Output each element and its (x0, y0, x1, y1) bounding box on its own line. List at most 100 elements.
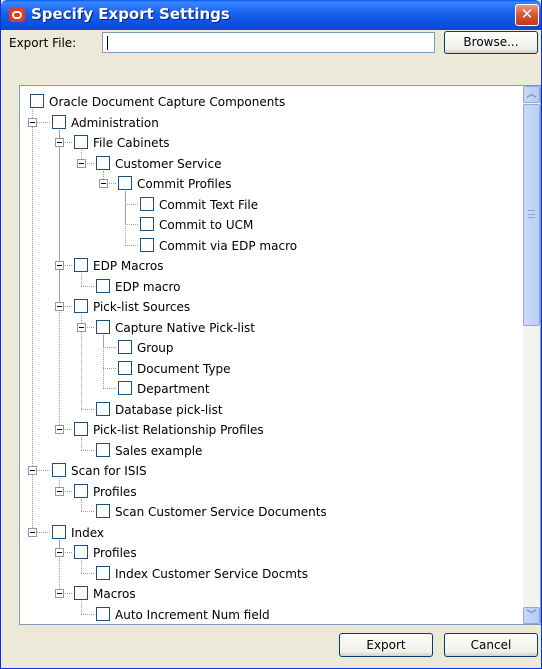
tree-item-label: Group (137, 341, 174, 355)
tree-item-checkbox[interactable] (52, 524, 66, 539)
tree-item[interactable]: Commit Text File (20, 195, 520, 215)
tree-item-checkbox[interactable] (96, 401, 110, 416)
collapse-toggle-icon[interactable] (55, 302, 64, 311)
tree-item[interactable]: Capture Native Pick-list (20, 318, 520, 338)
text-caret (107, 35, 108, 50)
tree-item-checkbox[interactable] (74, 483, 88, 498)
tree-item[interactable]: Pick-list Sources (20, 297, 520, 317)
tree-item[interactable]: EDP macro (20, 277, 520, 297)
close-button[interactable]: ✕ (515, 4, 539, 26)
tree-item[interactable]: Auto Increment Num field (20, 605, 520, 625)
tree-item-label: Customer Service (115, 156, 222, 171)
tree-item[interactable]: Commit via EDP macro (20, 236, 520, 256)
tree-item-label: Index (71, 525, 105, 540)
tree-item-label: Commit Text File (159, 197, 259, 212)
tree-item-checkbox[interactable] (52, 114, 66, 129)
collapse-toggle-icon[interactable] (55, 261, 64, 270)
tree-item-checkbox[interactable] (118, 340, 132, 354)
tree-item-checkbox[interactable] (52, 463, 66, 477)
title-bar[interactable]: Specify Export Settings ✕ (1, 0, 541, 30)
tree-item[interactable]: EDP Macros (20, 256, 520, 276)
tree-item[interactable]: Scan for ISIS (20, 461, 520, 481)
cancel-button[interactable]: Cancel (444, 633, 538, 657)
collapse-toggle-icon[interactable] (55, 548, 64, 557)
export-button[interactable]: Export (339, 633, 433, 657)
tree-item[interactable]: Database pick-list (20, 400, 520, 420)
tree-item-checkbox[interactable] (140, 217, 154, 231)
tree-item-checkbox[interactable] (96, 606, 110, 621)
tree-item-checkbox[interactable] (74, 135, 88, 149)
tree-item-label: Index Customer Service Docmts (115, 566, 308, 581)
collapse-toggle-icon[interactable] (28, 527, 37, 537)
tree-item-checkbox[interactable] (118, 360, 132, 375)
tree-item[interactable]: Sales example (20, 441, 520, 461)
collapse-toggle-icon[interactable] (28, 117, 37, 127)
collapse-toggle-icon[interactable] (77, 158, 86, 168)
tree-item-label: Profiles (93, 484, 137, 499)
tree-item[interactable]: Group (20, 338, 520, 358)
collapse-toggle-icon[interactable] (77, 322, 86, 332)
tree-item[interactable]: Administration (20, 113, 520, 133)
tree-item-checkbox[interactable] (140, 196, 154, 211)
collapse-toggle-icon[interactable] (28, 466, 37, 475)
tree-item-checkbox[interactable] (30, 94, 44, 108)
tree-item[interactable]: Commit Profiles (20, 174, 520, 194)
tree-item-checkbox[interactable] (96, 504, 110, 518)
tree-item[interactable]: Macros (20, 584, 520, 604)
vertical-scrollbar[interactable]: ︿ ﹀ (523, 86, 540, 624)
tree-item-checkbox[interactable] (96, 155, 110, 170)
collapse-toggle-icon[interactable] (55, 138, 64, 147)
component-tree: Oracle Document Capture Components Admini… (20, 86, 522, 624)
scroll-thumb[interactable] (523, 104, 540, 326)
tree-item[interactable]: Profiles (20, 482, 520, 502)
collapse-toggle-icon[interactable] (99, 179, 108, 188)
tree-item-checkbox[interactable] (140, 237, 154, 252)
tree-item-checkbox[interactable] (96, 565, 110, 580)
tree-item-label: Scan Customer Service Documents (115, 505, 327, 519)
tree-item-checkbox[interactable] (74, 545, 88, 559)
tree-item-label: Sales example (115, 443, 203, 458)
tree-item-checkbox[interactable] (96, 319, 110, 334)
tree-item-label: Database pick-list (115, 402, 223, 417)
tree-item-checkbox[interactable] (96, 442, 110, 457)
tree-item[interactable]: Department (20, 379, 520, 399)
browse-button[interactable]: Browse... (444, 31, 538, 54)
tree-item-label: Commit Profiles (137, 177, 232, 191)
scroll-down-button[interactable]: ﹀ (523, 607, 540, 624)
tree-item[interactable]: Pick-list Relationship Profiles (20, 420, 520, 440)
scroll-up-button[interactable]: ︿ (523, 86, 540, 103)
tree-item[interactable]: Profiles (20, 543, 520, 563)
tree-item-label: Profiles (93, 546, 137, 560)
component-tree-panel: Oracle Document Capture Components Admini… (19, 85, 541, 625)
tree-item[interactable]: Customer Service (20, 154, 520, 174)
tree-item-checkbox[interactable] (74, 586, 88, 600)
tree-item-checkbox[interactable] (74, 258, 88, 272)
window-title: Specify Export Settings (31, 5, 230, 23)
tree-item-label: EDP macro (115, 279, 181, 294)
tree-item[interactable]: Commit to UCM (20, 215, 520, 235)
tree-item-label: Capture Native Pick-list (115, 320, 256, 335)
collapse-toggle-icon[interactable] (55, 486, 64, 496)
tree-item-label: Commit to UCM (159, 218, 254, 232)
export-file-input[interactable] (102, 32, 435, 53)
tree-item[interactable]: Scan Customer Service Documents (20, 502, 520, 522)
tree-item-checkbox[interactable] (96, 278, 110, 293)
tree-item-checkbox[interactable] (74, 299, 88, 313)
tree-item-label: Commit via EDP macro (159, 238, 298, 253)
tree-item[interactable]: Document Type (20, 359, 520, 379)
tree-item-label: Auto Increment Num field (115, 607, 270, 622)
export-file-label: Export File: (9, 36, 77, 50)
tree-item-checkbox[interactable] (118, 381, 132, 395)
tree-item-checkbox[interactable] (118, 176, 132, 190)
tree-item-label: Department (137, 382, 210, 396)
tree-item[interactable]: Oracle Document Capture Components (20, 92, 520, 112)
collapse-toggle-icon[interactable] (55, 425, 64, 434)
tree-item[interactable]: Index (20, 523, 520, 543)
tree-item-label: Administration (71, 115, 159, 130)
tree-item-label: Pick-list Relationship Profiles (93, 423, 264, 437)
tree-item[interactable]: File Cabinets (20, 133, 520, 153)
tree-item[interactable]: Index Customer Service Docmts (20, 564, 520, 584)
collapse-toggle-icon[interactable] (55, 589, 64, 598)
oracle-logo-icon (9, 8, 25, 22)
tree-item-checkbox[interactable] (74, 422, 88, 436)
